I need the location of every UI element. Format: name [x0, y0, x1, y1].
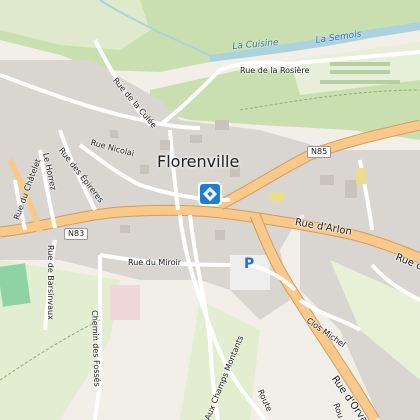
parking-icon: P	[244, 256, 255, 272]
map-view[interactable]: La Cuisine La Semois Florenville N85 N83…	[0, 0, 420, 420]
street-label-rosiere: Rue de la Rosière	[240, 66, 310, 75]
pink-area	[110, 285, 140, 320]
map-canvas	[0, 0, 420, 420]
road-shield-n83: N83	[64, 228, 89, 240]
field-area	[180, 300, 260, 420]
campsite-plots	[320, 62, 400, 84]
town-label: Florenville	[157, 152, 240, 171]
arrow-icon	[202, 186, 218, 202]
street-label-miroir: Rue du Miroir	[128, 258, 182, 267]
road-shield-n85: N85	[307, 146, 332, 158]
street-label-barsinvaux: Rue de Barsinvaux	[46, 245, 55, 320]
directions-marker-icon[interactable]	[198, 182, 222, 206]
